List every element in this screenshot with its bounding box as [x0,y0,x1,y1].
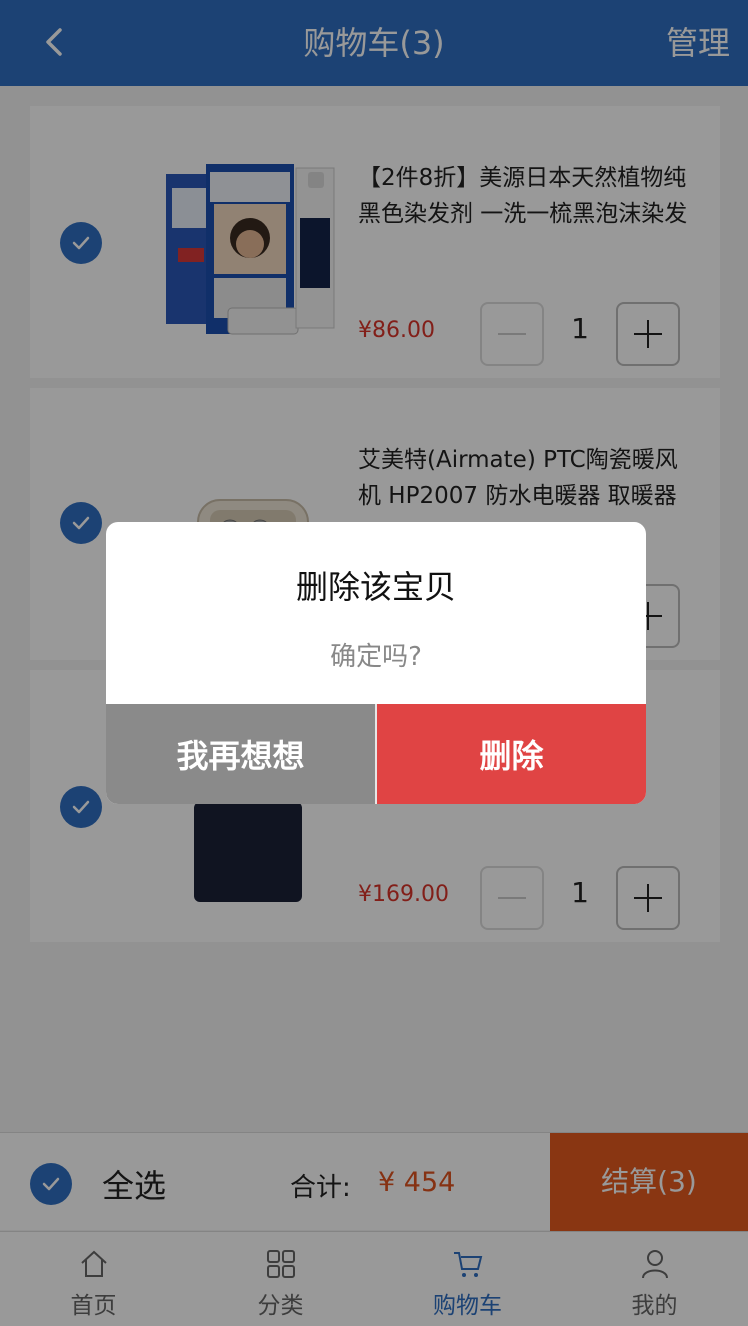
dialog-message: 确定吗? [330,642,422,672]
delete-confirm-dialog: 删除该宝贝 确定吗? 我再想想 删除 [106,522,646,804]
dialog-actions: 我再想想 删除 [106,704,646,804]
cancel-button[interactable]: 我再想想 [106,704,377,804]
delete-button[interactable]: 删除 [377,704,646,804]
dialog-title: 删除该宝贝 [295,568,456,606]
